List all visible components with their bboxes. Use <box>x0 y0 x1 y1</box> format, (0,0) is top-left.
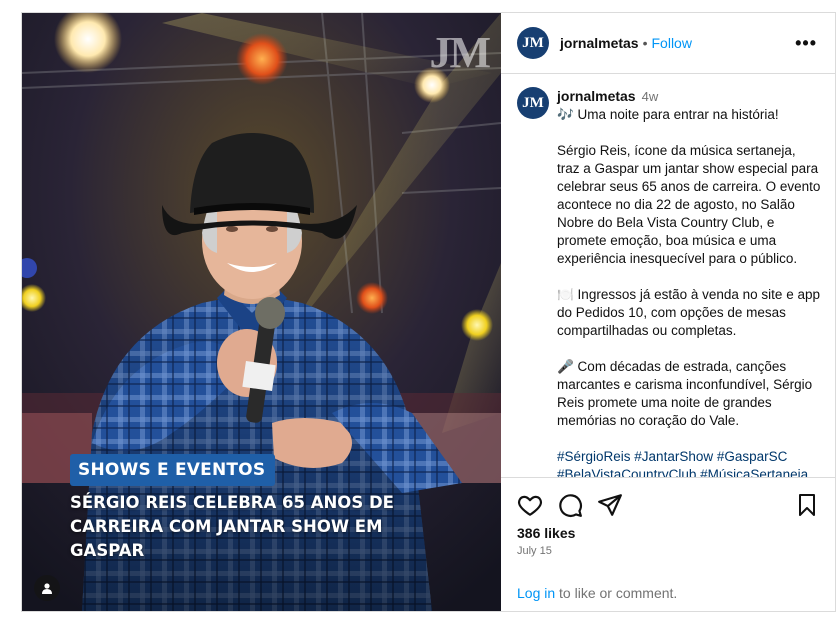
caption-avatar[interactable]: JM <box>517 87 549 119</box>
actions-section: 386 likes July 15 Log in to like or comm… <box>501 477 835 612</box>
post-date[interactable]: July 15 <box>517 545 552 557</box>
separator-dot: • <box>642 35 648 51</box>
caption-paragraph: 🎤 Com décadas de estrada, canções marcan… <box>557 359 813 428</box>
likes-count[interactable]: 386 likes <box>517 525 575 541</box>
caption-username[interactable]: jornalmetas <box>557 88 636 104</box>
share-icon[interactable] <box>597 492 623 518</box>
post-image[interactable]: JM SHOWS E EVENTOS SÉRGIO REIS CELEBRA 6… <box>22 13 501 611</box>
caption-body: jornalmetas 4w 🎶 Uma noite para entrar na… <box>557 87 821 477</box>
hashtags[interactable]: #SérgioReis #JantarShow #GasparSC #BelaV… <box>557 448 821 477</box>
login-prompt: Log in to like or comment. <box>517 585 677 601</box>
login-prompt-text: to like or comment. <box>555 585 678 601</box>
post-header: JM jornalmetas • Follow ••• <box>501 13 835 74</box>
caption-paragraph: Sérgio Reis, ícone da música sertaneja, … <box>557 143 821 266</box>
caption-paragraph: 🎶 Uma noite para entrar na história! <box>557 107 779 122</box>
watermark-logo: JM <box>429 28 491 77</box>
tagged-user-button[interactable] <box>34 575 60 601</box>
login-link[interactable]: Log in <box>517 585 555 601</box>
bookmark-icon[interactable] <box>795 492 819 518</box>
caption-section[interactable]: JM jornalmetas 4w 🎶 Uma noite para entrar… <box>501 75 835 477</box>
user-icon <box>42 583 52 594</box>
username-link[interactable]: jornalmetas <box>560 35 639 51</box>
image-headline: SÉRGIO REIS CELEBRA 65 ANOS DE CARREIRA … <box>70 493 394 560</box>
more-options-icon[interactable]: ••• <box>795 33 817 54</box>
heart-icon[interactable] <box>517 492 543 518</box>
caption-paragraph: 🍽️ Ingressos já estão à venda no site e … <box>557 287 820 338</box>
comment-icon[interactable] <box>557 492 583 518</box>
follow-button[interactable]: Follow <box>652 35 692 51</box>
avatar[interactable]: JM <box>517 27 549 59</box>
post-age: 4w <box>641 89 659 104</box>
instagram-post: JM SHOWS E EVENTOS SÉRGIO REIS CELEBRA 6… <box>21 12 836 612</box>
category-tag: SHOWS E EVENTOS <box>70 454 276 486</box>
post-sidebar: JM jornalmetas • Follow ••• JM jornalmet… <box>501 13 835 611</box>
